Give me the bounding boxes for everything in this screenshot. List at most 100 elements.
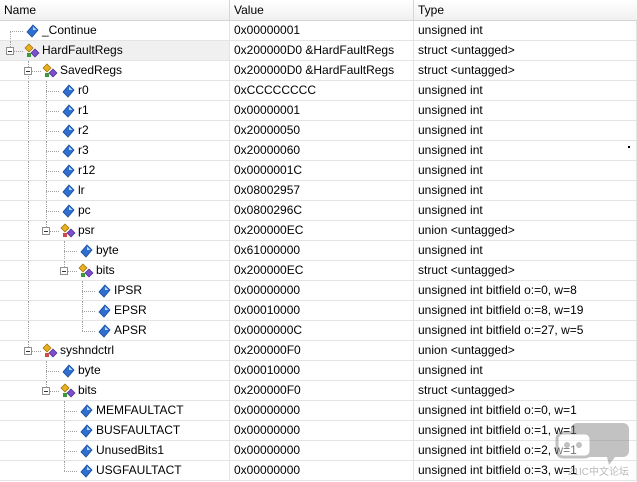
tree-row[interactable]: byte 0x61000000 unsigned int	[0, 241, 637, 261]
name-cell[interactable]: lr	[0, 181, 230, 201]
value-cell[interactable]: 0x00010000	[230, 361, 414, 381]
tree-guide	[28, 221, 29, 240]
tree-guide	[82, 311, 95, 312]
tree-row[interactable]: lr 0x08002957 unsigned int	[0, 181, 637, 201]
tree-row[interactable]: psr 0x200000EC union <untagged>	[0, 221, 637, 241]
tree-row[interactable]: r0 0xCCCCCCCC unsigned int	[0, 81, 637, 101]
stray-dot	[628, 146, 630, 148]
tree-row[interactable]: r1 0x00000001 unsigned int	[0, 101, 637, 121]
name-cell[interactable]: APSR	[0, 321, 230, 341]
value-cell[interactable]: 0xCCCCCCCC	[230, 81, 414, 101]
name-cell[interactable]: bits	[0, 261, 230, 281]
value-cell[interactable]: 0x00000000	[230, 441, 414, 461]
tree-row[interactable]: r3 0x20000060 unsigned int	[0, 141, 637, 161]
tree-guide	[28, 301, 29, 320]
value-cell[interactable]: 0x0800296C	[230, 201, 414, 221]
name-cell[interactable]: r0	[0, 81, 230, 101]
name-cell[interactable]: HardFaultRegs	[0, 41, 230, 61]
name-cell[interactable]: BUSFAULTACT	[0, 421, 230, 441]
tree-row[interactable]: HardFaultRegs 0x200000D0 &HardFaultRegs st…	[0, 41, 637, 61]
tree-row[interactable]: MEMFAULTACT 0x00000000 unsigned int bitfie…	[0, 401, 637, 421]
name-cell[interactable]: r2	[0, 121, 230, 141]
union-icon	[60, 223, 76, 239]
value-cell[interactable]: 0x00000001	[230, 101, 414, 121]
value-cell[interactable]: 0x00000000	[230, 421, 414, 441]
name-cell[interactable]: UnusedBits1	[0, 441, 230, 461]
variable-name: byte	[96, 243, 119, 257]
column-header-type[interactable]: Type	[414, 0, 637, 20]
tree-guide	[28, 201, 29, 220]
collapse-toggle[interactable]	[24, 67, 32, 75]
name-cell[interactable]: IPSR	[0, 281, 230, 301]
tree-guide	[10, 31, 23, 32]
name-cell[interactable]: USGFAULTACT	[0, 461, 230, 481]
tree-row[interactable]: USGFAULTACT 0x00000000 unsigned int bitfie…	[0, 461, 637, 481]
value-cell[interactable]: 0x200000F0	[230, 341, 414, 361]
column-header-name[interactable]: Name	[0, 0, 230, 20]
tree-row[interactable]: r12 0x0000001C unsigned int	[0, 161, 637, 181]
tree-row[interactable]: bits 0x200000EC struct <untagged>	[0, 261, 637, 281]
collapse-toggle[interactable]	[6, 47, 14, 55]
value-cell[interactable]: 0x00000001	[230, 21, 414, 41]
tree-row[interactable]: r2 0x20000050 unsigned int	[0, 121, 637, 141]
value-cell[interactable]: 0x00000000	[230, 401, 414, 421]
tree-row[interactable]: BUSFAULTACT 0x00000000 unsigned int bitfie…	[0, 421, 637, 441]
tree-guide	[82, 331, 95, 332]
tree-guide	[46, 211, 59, 212]
value-cell[interactable]: 0x61000000	[230, 241, 414, 261]
tree-guide	[82, 291, 95, 292]
name-cell[interactable]: bits	[0, 381, 230, 401]
tree-guide	[64, 461, 65, 471]
tree-row[interactable]: SavedRegs 0x200000D0 &HardFaultRegs struct…	[0, 61, 637, 81]
variable-icon	[96, 303, 112, 319]
tree-guide	[64, 471, 77, 472]
name-cell[interactable]: _Continue	[0, 21, 230, 41]
collapse-toggle[interactable]	[60, 267, 68, 275]
struct-icon	[42, 63, 58, 79]
name-cell[interactable]: psr	[0, 221, 230, 241]
value-cell[interactable]: 0x200000D0 &HardFaultRegs	[230, 61, 414, 81]
name-cell[interactable]: SavedRegs	[0, 61, 230, 81]
name-cell[interactable]: byte	[0, 241, 230, 261]
collapse-toggle[interactable]	[24, 347, 32, 355]
tree-row[interactable]: syshndctrl 0x200000F0 union <untagged>	[0, 341, 637, 361]
value-cell[interactable]: 0x200000EC	[230, 261, 414, 281]
value-cell[interactable]: 0x0000001C	[230, 161, 414, 181]
tree-guide	[28, 261, 29, 280]
name-cell[interactable]: byte	[0, 361, 230, 381]
tree-guide	[46, 131, 59, 132]
value-cell[interactable]: 0x08002957	[230, 181, 414, 201]
name-cell[interactable]: pc	[0, 201, 230, 221]
value-cell[interactable]: 0x00000000	[230, 461, 414, 481]
name-cell[interactable]: r12	[0, 161, 230, 181]
tree-row[interactable]: byte 0x00010000 unsigned int	[0, 361, 637, 381]
column-header-value[interactable]: Value	[230, 0, 414, 20]
name-cell[interactable]: EPSR	[0, 301, 230, 321]
value-cell[interactable]: 0x200000F0	[230, 381, 414, 401]
tree-row[interactable]: APSR 0x0000000C unsigned int bitfield o:=2…	[0, 321, 637, 341]
tree-row[interactable]: UnusedBits1 0x00000000 unsigned int bitfie…	[0, 441, 637, 461]
variable-name: r0	[78, 83, 89, 97]
tree-row[interactable]: pc 0x0800296C unsigned int	[0, 201, 637, 221]
value-cell[interactable]: 0x00010000	[230, 301, 414, 321]
variable-icon	[78, 403, 94, 419]
name-cell[interactable]: syshndctrl	[0, 341, 230, 361]
value-cell[interactable]: 0x200000D0 &HardFaultRegs	[230, 41, 414, 61]
value-cell[interactable]: 0x200000EC	[230, 221, 414, 241]
collapse-toggle[interactable]	[42, 227, 50, 235]
type-cell: unsigned int	[414, 101, 637, 121]
tree-row[interactable]: EPSR 0x00010000 unsigned int bitfield o:=8…	[0, 301, 637, 321]
variable-name: BUSFAULTACT	[96, 423, 181, 437]
tree-row[interactable]: IPSR 0x00000000 unsigned int bitfield o:=0…	[0, 281, 637, 301]
value-cell[interactable]: 0x0000000C	[230, 321, 414, 341]
tree-row[interactable]: bits 0x200000F0 struct <untagged>	[0, 381, 637, 401]
name-cell[interactable]: r3	[0, 141, 230, 161]
name-cell[interactable]: MEMFAULTACT	[0, 401, 230, 421]
name-cell[interactable]: r1	[0, 101, 230, 121]
value-cell[interactable]: 0x00000000	[230, 281, 414, 301]
variable-name: SavedRegs	[60, 63, 123, 77]
value-cell[interactable]: 0x20000050	[230, 121, 414, 141]
tree-row[interactable]: _Continue 0x00000001 unsigned int	[0, 21, 637, 41]
collapse-toggle[interactable]	[42, 387, 50, 395]
value-cell[interactable]: 0x20000060	[230, 141, 414, 161]
